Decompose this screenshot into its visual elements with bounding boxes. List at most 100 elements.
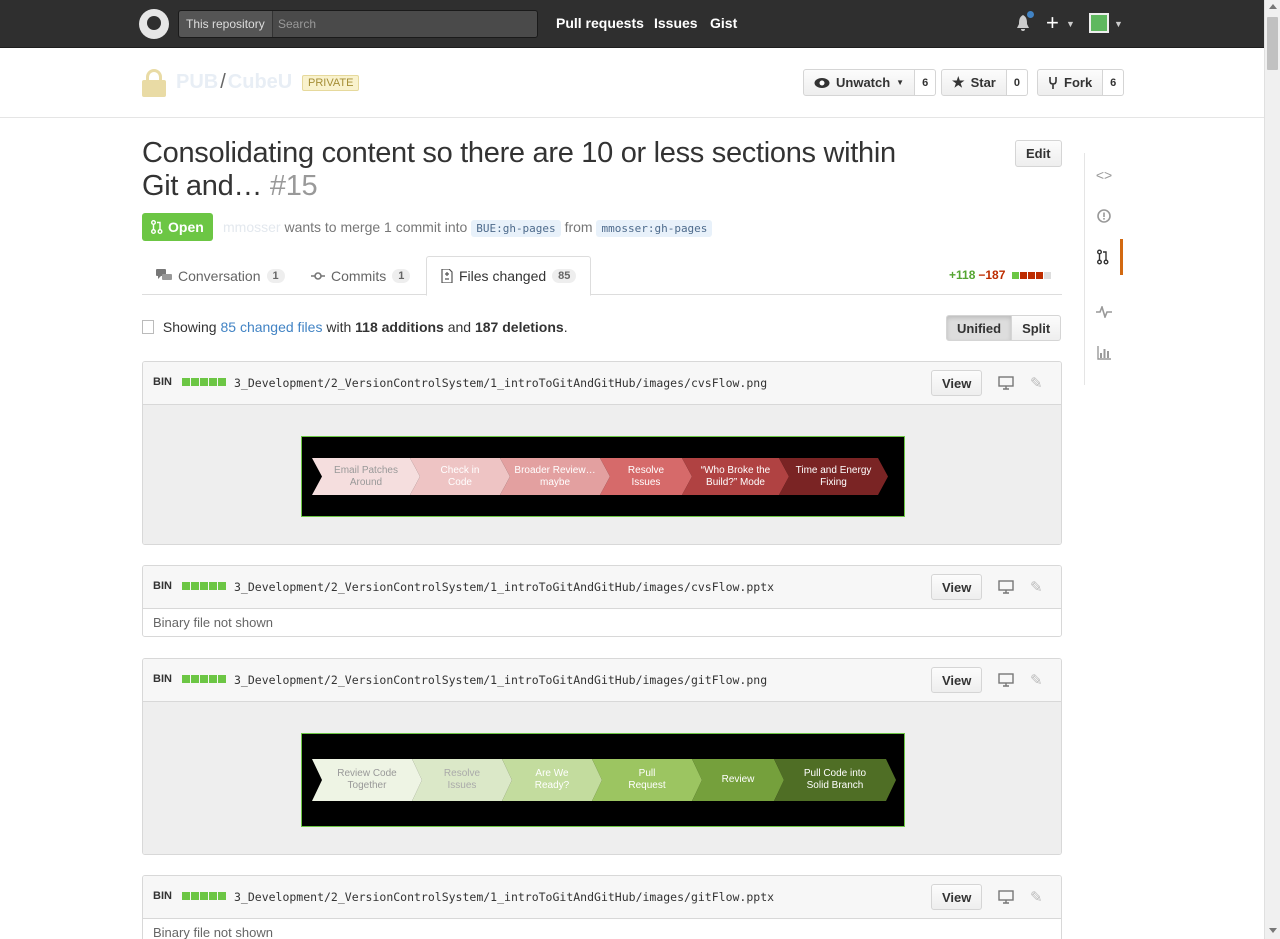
nav-issues[interactable]: Issues [654, 15, 698, 31]
unwatch-label: Unwatch [836, 75, 891, 90]
edit-title-button[interactable]: Edit [1015, 140, 1062, 167]
desktop-icon[interactable] [998, 579, 1014, 595]
file-path[interactable]: 3_Development/2_VersionControlSystem/1_i… [234, 890, 774, 904]
watchers-count[interactable]: 6 [915, 69, 937, 96]
file-diff-icon [142, 320, 154, 334]
toc-and: and [447, 319, 472, 335]
view-file-button[interactable]: View [931, 667, 983, 693]
scroll-thumb[interactable] [1267, 17, 1278, 70]
pencil-icon[interactable]: ✎ [1030, 888, 1043, 906]
head-ref[interactable]: mmosser:gh-pages [596, 220, 713, 237]
file-diff: BIN 3_Development/2_VersionControlSystem… [142, 658, 1062, 855]
file-diff: BIN 3_Development/2_VersionControlSystem… [142, 875, 1062, 939]
file-path[interactable]: 3_Development/2_VersionControlSystem/1_i… [234, 376, 767, 390]
fork-button[interactable]: Fork [1037, 69, 1104, 96]
toc-showing: Showing [162, 319, 217, 335]
nav-gist[interactable]: Gist [710, 15, 737, 31]
toc-additions: 118 additions [355, 319, 444, 335]
flow-step: Are We Ready? [502, 759, 602, 801]
file-path[interactable]: 3_Development/2_VersionControlSystem/1_i… [234, 580, 774, 594]
star-button[interactable]: ★ Star [941, 69, 1007, 96]
private-lock-icon [142, 69, 166, 97]
file-header: BIN 3_Development/2_VersionControlSystem… [143, 362, 1061, 405]
scroll-up-arrow-icon[interactable] [1269, 4, 1277, 9]
image-preview: Review Code Together Resolve Issues Are We Re… [143, 702, 1061, 854]
unread-notification-dot [1026, 10, 1035, 19]
stargazers-count[interactable]: 0 [1006, 69, 1028, 96]
diffstat-additions: +118 [949, 268, 976, 282]
private-badge: PRIVATE [302, 75, 360, 91]
commit-icon [311, 271, 325, 280]
repo-owner-link[interactable]: PUB [176, 71, 218, 93]
pencil-icon[interactable]: ✎ [1030, 374, 1043, 392]
tab-commits-count: 1 [392, 268, 411, 283]
fork-group: Fork 6 [1037, 69, 1125, 96]
pulse-icon[interactable] [1085, 294, 1123, 330]
split-button[interactable]: Split [1012, 315, 1062, 341]
pencil-icon[interactable]: ✎ [1030, 671, 1043, 689]
star-label: Star [970, 75, 996, 90]
page-scrollbar[interactable] [1264, 0, 1280, 939]
view-file-button[interactable]: View [931, 574, 983, 600]
pull-request-icon [151, 220, 163, 234]
tab-conversation-label: Conversation [178, 267, 261, 284]
chevron-down-icon[interactable]: ▼ [1114, 19, 1123, 29]
file-diff: BIN 3_Development/2_VersionControlSystem… [142, 361, 1062, 545]
search-box[interactable]: This repository [178, 10, 538, 38]
flow-step: Pull Code into Solid Branch [774, 759, 896, 801]
pr-author-link[interactable]: mmosser [223, 219, 281, 235]
unified-button[interactable]: Unified [946, 315, 1013, 341]
github-logo-icon[interactable] [139, 9, 169, 39]
graphs-icon[interactable] [1085, 335, 1123, 371]
diffstat-deletions: −187 [978, 268, 1006, 282]
flow-step: “Who Broke the Build?” Mode [682, 458, 789, 495]
diff-bar [182, 378, 226, 386]
flow-step: Check in Code [410, 458, 510, 495]
file-path[interactable]: 3_Development/2_VersionControlSystem/1_i… [234, 673, 767, 687]
merge-text: wants to merge 1 commit into [284, 219, 468, 235]
flow-step: Resolve Issues [600, 458, 692, 495]
cvs-flow-image: Email Patches Around Check in Code Broader R… [301, 436, 905, 517]
forks-count[interactable]: 6 [1103, 69, 1125, 96]
flow-step: Time and Energy Fixing [779, 458, 888, 495]
pr-meta: mmosser wants to merge 1 commit into BUE… [223, 219, 713, 237]
code-icon[interactable]: <> [1085, 157, 1123, 193]
changed-files-link[interactable]: 85 changed files [220, 319, 322, 335]
nav-pull-requests[interactable]: Pull requests [556, 15, 644, 31]
file-type-badge: BIN [153, 673, 172, 685]
user-avatar[interactable] [1089, 13, 1109, 33]
view-file-button[interactable]: View [931, 370, 983, 396]
from-text: from [564, 219, 593, 235]
diffstat-blocks [1011, 268, 1052, 282]
pull-requests-icon[interactable] [1085, 239, 1123, 275]
issues-icon[interactable] [1085, 198, 1123, 234]
unwatch-button[interactable]: Unwatch ▼ [803, 69, 916, 96]
fork-icon [1049, 76, 1057, 89]
tab-files-changed-label: Files changed [459, 268, 547, 284]
search-scope-label: This repository [179, 11, 273, 37]
file-type-badge: BIN [153, 580, 172, 592]
tab-conversation[interactable]: Conversation 1 [142, 256, 299, 295]
pr-number: #15 [269, 170, 318, 202]
desktop-icon[interactable] [998, 672, 1014, 688]
base-ref[interactable]: BUE:gh-pages [471, 220, 561, 237]
view-file-button[interactable]: View [931, 884, 983, 910]
flow-step: Review Code Together [312, 759, 422, 801]
search-input[interactable] [271, 11, 531, 37]
file-diff: BIN 3_Development/2_VersionControlSystem… [142, 565, 1062, 637]
create-new-plus-icon[interactable]: + [1046, 10, 1059, 36]
desktop-icon[interactable] [998, 889, 1014, 905]
file-header: BIN 3_Development/2_VersionControlSystem… [143, 659, 1061, 702]
star-icon: ★ [952, 74, 965, 90]
pencil-icon[interactable]: ✎ [1030, 578, 1043, 596]
flow-step: Email Patches Around [312, 458, 420, 495]
tab-commits[interactable]: Commits 1 [297, 256, 424, 295]
chevron-down-icon[interactable]: ▼ [1066, 19, 1075, 29]
tab-files-changed[interactable]: Files changed 85 [426, 256, 592, 296]
diff-toc: Showing 85 changed files with 118 additi… [142, 319, 568, 335]
desktop-icon[interactable] [998, 375, 1014, 391]
global-header: This repository Pull requests Issues Gis… [0, 0, 1264, 48]
repo-name-link[interactable]: CubeU [228, 71, 292, 93]
scroll-down-arrow-icon[interactable] [1269, 928, 1277, 933]
star-group: ★ Star 0 [941, 69, 1028, 96]
